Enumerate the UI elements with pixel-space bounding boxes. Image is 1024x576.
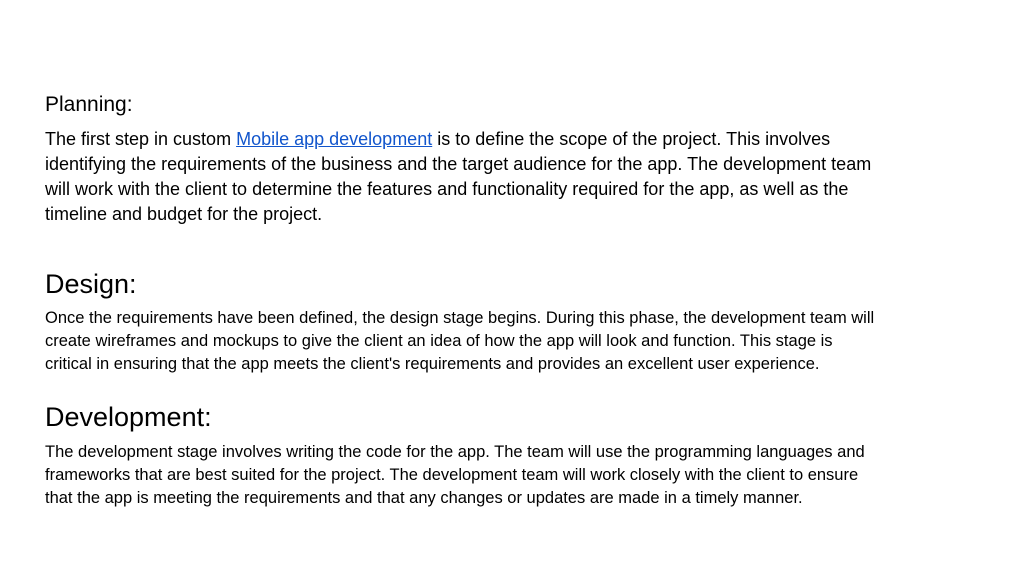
design-heading: Design:: [45, 269, 137, 299]
development-paragraph: The development stage involves writing t…: [45, 443, 865, 507]
development-heading: Development:: [45, 402, 212, 432]
slide-content: Planning: The first step in custom Mobil…: [45, 0, 995, 576]
planning-heading: Planning:: [45, 93, 133, 116]
planning-paragraph: The first step in custom Mobile app deve…: [45, 127, 995, 227]
planning-text-before-link: The first step in custom: [45, 129, 237, 149]
mobile-app-development-link[interactable]: Mobile app development: [236, 129, 432, 149]
design-paragraph: Once the requirements have been defined,…: [45, 309, 875, 373]
